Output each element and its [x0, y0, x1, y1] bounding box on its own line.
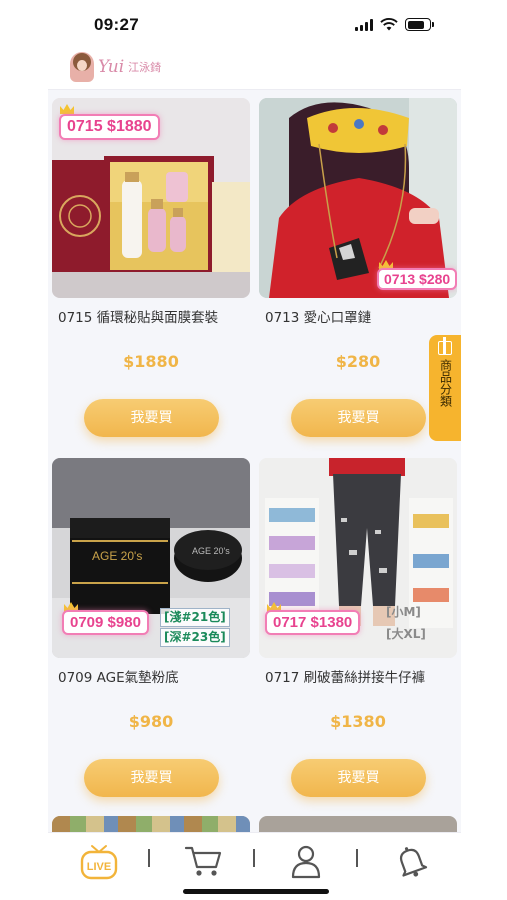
bell-icon — [399, 847, 428, 877]
status-time: 09:27 — [94, 15, 139, 34]
product-card[interactable]: 0715 $1880 0715 循環秘貼與面膜套裝 $1880 我要買 — [52, 90, 250, 440]
price-tag: 0709 $980 — [62, 610, 149, 635]
live-label: LIVE — [87, 861, 111, 873]
product-card[interactable]: 0717 $1380 [小M] [大XL] 0717 刷破蕾絲拼接牛仔褲 $13… — [259, 450, 457, 800]
product-price: $280 — [335, 352, 381, 371]
wifi-icon — [380, 18, 398, 31]
product-card[interactable]: 0713 $280 0713 愛心口罩鏈 $280 我要買 — [259, 90, 457, 440]
user-icon — [291, 845, 321, 879]
product-price: $1880 — [123, 352, 179, 371]
brand-name: 江泳錡 — [128, 61, 162, 74]
tab-cart[interactable] — [178, 841, 228, 881]
product-image[interactable]: AGE 20's AGE 20's 0709 $980 [淺#21色] [深#2… — [52, 458, 250, 658]
buy-button[interactable]: 我要買 — [291, 399, 426, 437]
product-price: $980 — [128, 712, 174, 731]
tab-divider — [253, 849, 255, 867]
price-tag: 0715 $1880 — [59, 114, 160, 140]
product-title: 0713 愛心口罩鏈 — [265, 310, 372, 326]
shade-option-light: [淺#21色] — [160, 608, 230, 627]
product-card[interactable]: AGE 20's AGE 20's 0709 $980 [淺#21色] [深#2… — [52, 450, 250, 800]
app-header: Yui 江泳錡 — [48, 46, 461, 90]
phone-screen: 09:27 Yui 江泳錡 0715 $1880 0715 循環秘貼與面膜套裝 … — [48, 0, 461, 900]
tab-live[interactable]: LIVE — [74, 841, 124, 881]
brand-script: Yui — [98, 57, 125, 77]
product-price: $1380 — [330, 712, 386, 731]
size-option-xl: [大XL] — [386, 627, 426, 641]
product-title: 0715 循環秘貼與面膜套裝 — [58, 310, 219, 326]
price-tag: 0713 $280 — [377, 268, 457, 290]
buy-button[interactable]: 我要買 — [84, 399, 219, 437]
product-image[interactable]: 0715 $1880 — [52, 98, 250, 298]
category-side-tab[interactable]: 商品分類 — [429, 335, 461, 441]
tab-notifications[interactable] — [386, 841, 436, 881]
svg-text:AGE 20's: AGE 20's — [92, 549, 142, 563]
product-image[interactable]: 0717 $1380 [小M] [大XL] — [259, 458, 457, 658]
live-tv-icon: LIVE — [80, 845, 118, 880]
brand-logo[interactable]: Yui 江泳錡 — [70, 52, 161, 82]
status-icons — [355, 18, 434, 31]
product-title: 0717 刷破蕾絲拼接牛仔褲 — [265, 670, 426, 686]
tab-divider — [356, 849, 358, 867]
svg-text:AGE 20's: AGE 20's — [192, 546, 230, 556]
avatar — [70, 52, 94, 82]
gift-icon — [438, 337, 452, 355]
buy-button[interactable]: 我要買 — [291, 759, 426, 797]
tab-profile[interactable] — [281, 841, 331, 881]
buy-button[interactable]: 我要買 — [84, 759, 219, 797]
home-indicator — [183, 889, 329, 894]
cart-icon — [184, 846, 222, 876]
shade-option-dark: [深#23色] — [160, 628, 230, 647]
size-option-m: [小M] — [386, 605, 421, 619]
product-image[interactable]: 0713 $280 — [259, 98, 457, 298]
signal-icon — [355, 18, 373, 31]
category-tab-label: 商品分類 — [438, 359, 453, 407]
price-tag: 0717 $1380 — [265, 610, 361, 635]
bottom-tab-bar: LIVE — [48, 832, 461, 900]
product-title: 0709 AGE氣墊粉底 — [58, 670, 179, 686]
status-bar: 09:27 — [48, 0, 461, 46]
tab-divider — [148, 849, 150, 867]
battery-icon — [405, 18, 434, 31]
